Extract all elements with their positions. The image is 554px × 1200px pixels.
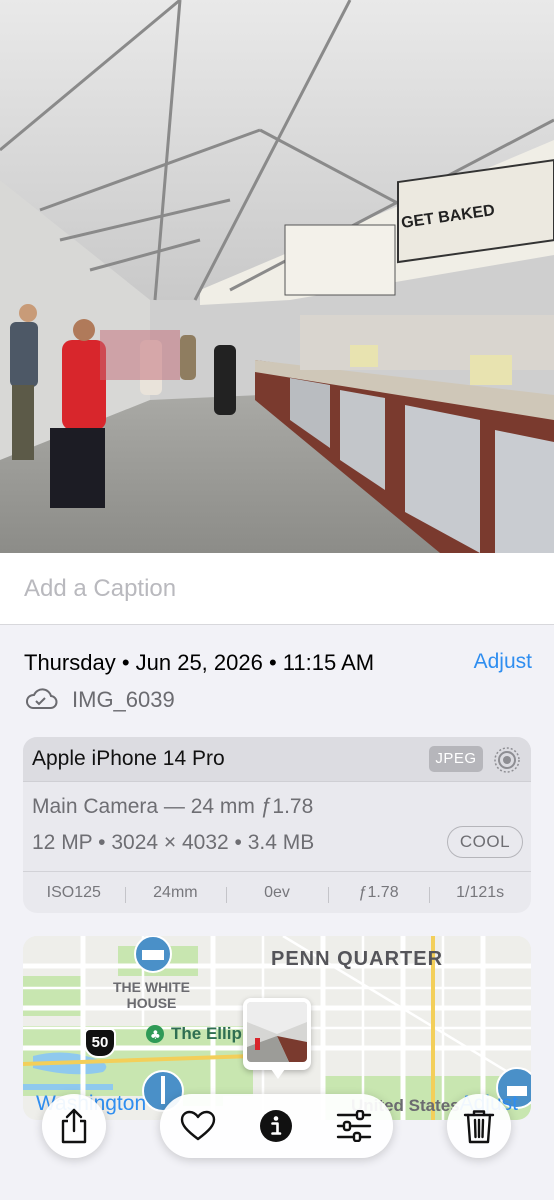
device-name: Apple iPhone 14 Pro (32, 747, 225, 770)
exif-row: ISO125 24mm 0ev ƒ1.78 1/121s (23, 871, 531, 913)
photo-actions-pill (160, 1094, 393, 1158)
map-label-white-house: THE WHITE HOUSE (113, 979, 190, 1011)
caption-field[interactable]: Add a Caption (0, 553, 554, 625)
location-map[interactable]: ♣ PENN QUARTER THE WHITE HOUSE The Ellip … (23, 936, 531, 1120)
svg-text:♣: ♣ (150, 1028, 161, 1042)
route-shield-icon: 50 (84, 1028, 116, 1058)
info-icon (260, 1110, 292, 1142)
image-specs: 12 MP • 3024 × 4032 • 3.4 MB (32, 831, 315, 854)
format-badge: JPEG (429, 746, 483, 772)
exif-shutter: 1/121s (429, 884, 531, 903)
map-label-ellipse: The Ellip (171, 1024, 242, 1043)
live-photo-icon[interactable] (493, 746, 521, 774)
camera-info-card: Apple iPhone 14 Pro JPEG Main Camera — 2… (23, 737, 531, 913)
exif-focal-length: 24mm (124, 884, 227, 903)
photographic-style-badge[interactable]: COOL (447, 826, 523, 858)
photo-viewer[interactable]: GET BAKED (0, 0, 554, 553)
favorite-button[interactable] (180, 1108, 216, 1144)
festival-tent-photo: GET BAKED (0, 0, 554, 553)
caption-placeholder[interactable]: Add a Caption (24, 575, 176, 603)
map-label-penn-quarter: PENN QUARTER (271, 948, 444, 970)
date-row: Thursday • Jun 25, 2026 • 11:15 AM Adjus… (24, 648, 532, 678)
file-name: IMG_6039 (72, 687, 175, 712)
exif-iso: ISO125 (46, 883, 101, 901)
camera-card-header: Apple iPhone 14 Pro JPEG (23, 737, 531, 782)
photo-thumbnail (247, 1002, 307, 1062)
heart-icon (180, 1110, 216, 1141)
photo-date: Thursday • Jun 25, 2026 • 11:15 AM (24, 650, 375, 675)
sliders-icon (336, 1110, 372, 1142)
delete-button[interactable] (447, 1094, 511, 1158)
lens-info: Main Camera — 24 mm ƒ1.78 (32, 795, 314, 818)
photo-location-pin[interactable] (243, 998, 311, 1079)
adjust-date-button[interactable]: Adjust (474, 650, 532, 674)
exif-exposure-bias: 0ev (226, 884, 328, 903)
info-button[interactable] (258, 1108, 294, 1144)
share-icon (61, 1108, 87, 1144)
share-button[interactable] (42, 1094, 106, 1158)
exif-aperture: ƒ1.78 (327, 884, 430, 903)
icloud-icon (26, 688, 58, 709)
edit-button[interactable] (336, 1108, 372, 1144)
trash-icon (463, 1110, 495, 1144)
